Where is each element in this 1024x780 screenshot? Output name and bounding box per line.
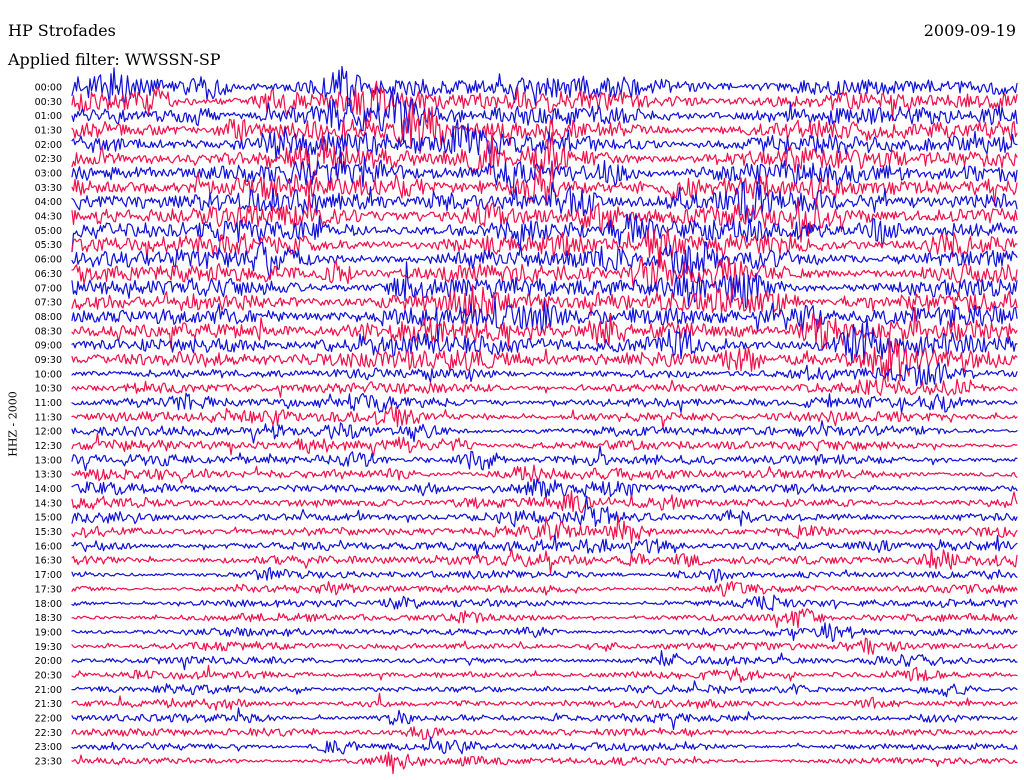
time-label: 07:00 (35, 283, 62, 294)
time-label: 01:00 (35, 111, 62, 122)
time-label: 10:30 (35, 384, 62, 395)
time-label: 13:30 (35, 470, 62, 481)
seismic-trace-21-30 (71, 692, 1018, 711)
seismic-trace-11-00 (71, 392, 1018, 414)
seismic-trace-18-30 (71, 608, 1018, 629)
time-label: 00:30 (35, 97, 62, 108)
seismic-trace-20-00 (71, 650, 1018, 671)
seismic-trace-22-30 (71, 726, 1018, 740)
time-label: 08:00 (35, 312, 62, 323)
time-label: 00:00 (35, 83, 62, 94)
time-label: 09:00 (35, 341, 62, 352)
time-label: 14:30 (35, 498, 62, 509)
time-label: 17:00 (35, 570, 62, 581)
time-label: 13:00 (35, 455, 62, 466)
time-label: 18:30 (35, 613, 62, 624)
time-label: 07:30 (35, 298, 62, 309)
time-label: 17:30 (35, 584, 62, 595)
seismic-trace-12-30 (71, 432, 1018, 457)
filter-label: Applied filter: WWSSN-SP (8, 50, 221, 69)
time-label: 01:30 (35, 126, 62, 137)
time-label: 08:30 (35, 326, 62, 337)
time-label: 22:00 (35, 714, 62, 725)
seismic-trace-17-30 (71, 580, 1018, 597)
time-label: 04:30 (35, 212, 62, 223)
seismic-trace-17-00 (71, 566, 1018, 584)
time-label: 03:00 (35, 169, 62, 180)
time-label: 18:00 (35, 599, 62, 610)
time-label: 19:00 (35, 627, 62, 638)
seismic-trace-21-00 (71, 680, 1018, 698)
time-label: 21:30 (35, 699, 62, 710)
seismic-trace-13-30 (71, 464, 1018, 484)
seismic-trace-23-00 (71, 736, 1018, 755)
time-label: 20:30 (35, 671, 62, 682)
time-label: 19:30 (35, 642, 62, 653)
seismic-trace-14-30 (71, 490, 1018, 514)
time-label: 16:00 (35, 541, 62, 552)
seismic-trace-14-00 (71, 478, 1018, 500)
time-label-layer: 00:00 00:30 01:00 01:30 02:00 02:30 03:00 03:30… (35, 83, 62, 768)
time-label: 06:30 (35, 269, 62, 280)
time-label: 04:00 (35, 197, 62, 208)
time-label: 11:30 (35, 412, 62, 423)
time-label: 05:30 (35, 240, 62, 251)
time-label: 12:30 (35, 441, 62, 452)
seismic-trace-12-00 (71, 420, 1018, 444)
seismic-trace-11-30 (71, 405, 1018, 429)
time-label: 06:00 (35, 255, 62, 266)
time-label: 21:00 (35, 685, 62, 696)
trace-layer (71, 65, 1018, 775)
time-label: 12:00 (35, 427, 62, 438)
time-label: 20:00 (35, 656, 62, 667)
helicorder-plot: 00:00 00:30 01:00 01:30 02:00 02:30 03:00 03:30… (35, 65, 1018, 775)
seismic-trace-18-00 (71, 594, 1018, 611)
seismic-trace-22-00 (71, 707, 1018, 730)
time-label: 14:00 (35, 484, 62, 495)
time-label: 22:30 (35, 728, 62, 739)
time-label: 23:30 (35, 757, 62, 768)
time-label: 03:30 (35, 183, 62, 194)
time-label: 16:30 (35, 556, 62, 567)
time-label: 10:00 (35, 369, 62, 380)
time-label: 02:30 (35, 154, 62, 165)
time-label: 23:00 (35, 742, 62, 753)
seismic-trace-20-30 (71, 664, 1018, 683)
time-label: 02:00 (35, 140, 62, 151)
seismic-trace-19-00 (71, 622, 1018, 642)
seismic-trace-16-00 (71, 533, 1018, 556)
seismic-trace-16-30 (71, 547, 1018, 574)
time-label: 15:30 (35, 527, 62, 538)
seismic-trace-10-30 (71, 377, 1018, 398)
time-label: 11:00 (35, 398, 62, 409)
time-label: 15:00 (35, 513, 62, 524)
seismic-trace-13-00 (71, 445, 1018, 472)
seismic-trace-19-30 (71, 637, 1018, 655)
seismic-trace-23-30 (71, 751, 1018, 775)
time-label: 05:00 (35, 226, 62, 237)
time-label: 09:30 (35, 355, 62, 366)
